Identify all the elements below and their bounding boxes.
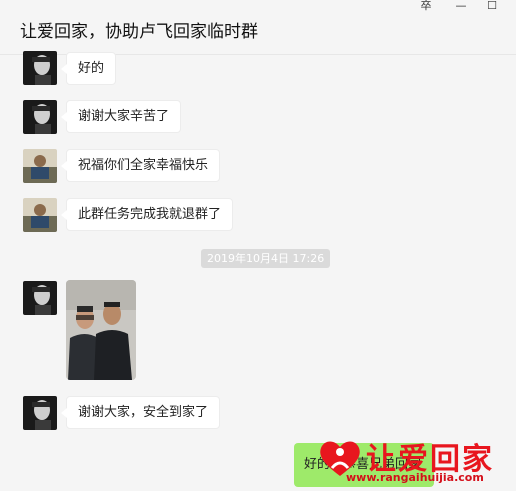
watermark: 让爱回家 www.rangaihuijia.com <box>318 432 514 490</box>
avatar[interactable] <box>23 198 57 232</box>
avatar[interactable] <box>23 149 57 183</box>
photo-message[interactable] <box>66 280 136 380</box>
avatar[interactable] <box>23 396 57 430</box>
message-timestamp: 2019年10月4日 17:26 <box>201 249 331 268</box>
message-bubble[interactable]: 谢谢大家辛苦了 <box>60 100 182 133</box>
avatar[interactable] <box>23 51 57 85</box>
minimize-icon[interactable]: — <box>446 0 476 14</box>
message-bubble[interactable]: 祝福你们全家幸福快乐 <box>60 149 221 182</box>
chat-header: 让爱回家，协助卢飞回家临时群 卒 — ☐ <box>0 0 516 55</box>
message-bubble[interactable]: 谢谢大家，安全到家了 <box>60 396 221 429</box>
avatar[interactable] <box>23 100 57 134</box>
message-bubble[interactable]: 此群任务完成我就退群了 <box>60 198 234 231</box>
chat-title: 让爱回家，协助卢飞回家临时群 <box>20 22 258 42</box>
watermark-url: www.rangaihuijia.com <box>346 471 484 484</box>
maximize-icon[interactable]: ☐ <box>477 0 507 14</box>
pin-icon[interactable]: 卒 <box>411 0 441 14</box>
avatar[interactable] <box>23 281 57 315</box>
message-bubble[interactable]: 好的 <box>60 52 117 85</box>
